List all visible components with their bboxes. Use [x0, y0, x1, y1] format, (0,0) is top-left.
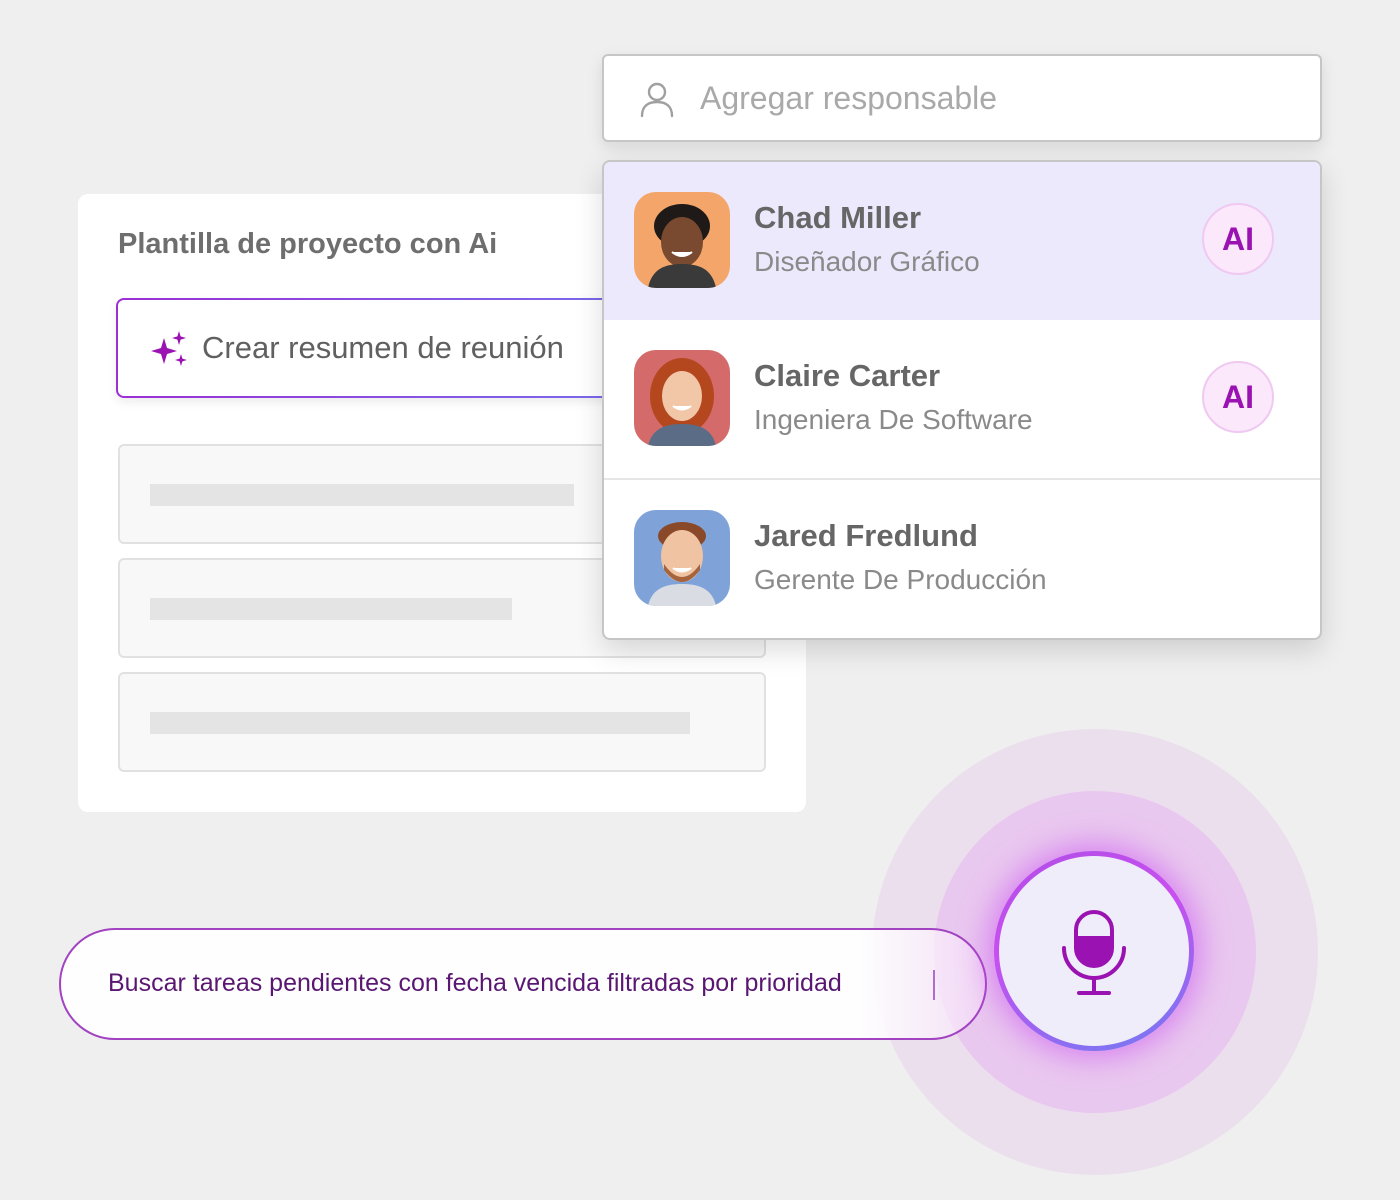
person-role: Gerente De Producción	[754, 564, 1047, 595]
assignee-dropdown: Chad Miller Diseñador Gráfico AI Claire …	[602, 160, 1322, 640]
microphone-icon	[1062, 910, 1126, 995]
placeholder-bar	[150, 484, 574, 506]
user-icon	[640, 82, 674, 118]
voice-search-query: Buscar tareas pendientes con fecha venci…	[108, 969, 842, 997]
create-meeting-summary-label: Crear resumen de reunión	[202, 330, 564, 365]
ai-badge: AI	[1202, 203, 1274, 275]
voice-search-bar[interactable]: Buscar tareas pendientes con fecha venci…	[59, 928, 987, 1040]
person-name: Chad Miller	[754, 200, 922, 235]
template-title: Plantilla de proyecto con Ai	[118, 228, 498, 260]
avatar	[634, 510, 730, 606]
sparkle-icon	[151, 331, 187, 366]
assignee-placeholder: Agregar responsable	[700, 80, 998, 116]
person-name: Claire Carter	[754, 358, 941, 393]
person-row-chad-miller[interactable]: Chad Miller Diseñador Gráfico AI	[604, 162, 1320, 320]
person-row-claire-carter[interactable]: Claire Carter Ingeniera De Software AI	[604, 320, 1320, 478]
text-caret	[933, 970, 935, 1000]
microphone-button[interactable]	[994, 851, 1194, 1051]
person-row-jared-fredlund[interactable]: Jared Fredlund Gerente De Producción	[604, 478, 1320, 638]
placeholder-bar	[150, 598, 512, 620]
add-assignee-input[interactable]: Agregar responsable	[602, 54, 1322, 142]
placeholder-row	[118, 672, 766, 772]
placeholder-bar	[150, 712, 690, 734]
avatar	[634, 192, 730, 288]
person-role: Ingeniera De Software	[754, 404, 1033, 435]
ai-badge: AI	[1202, 361, 1274, 433]
avatar	[634, 350, 730, 446]
person-name: Jared Fredlund	[754, 518, 978, 553]
person-role: Diseñador Gráfico	[754, 246, 980, 277]
